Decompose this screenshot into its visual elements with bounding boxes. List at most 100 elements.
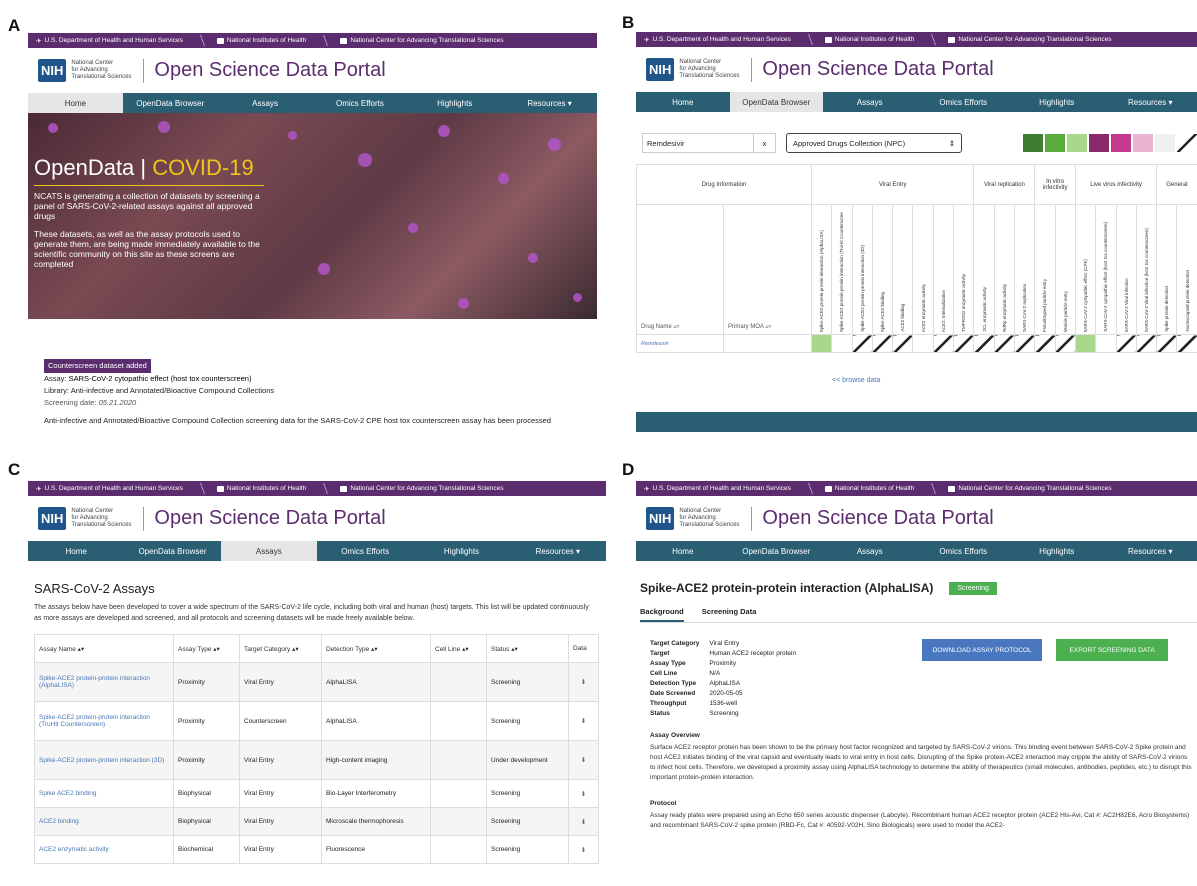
nav-opendata-browser[interactable]: OpenData Browser bbox=[123, 93, 218, 113]
nav-omics-efforts[interactable]: Omics Efforts bbox=[312, 93, 407, 113]
download-icon[interactable]: ⬇ bbox=[568, 835, 599, 864]
activity-cell[interactable] bbox=[1014, 334, 1036, 353]
assay-column-header[interactable]: Spike-ACE2 binding bbox=[871, 204, 894, 335]
nav-home[interactable]: Home bbox=[636, 92, 730, 112]
gov-link-ncats[interactable]: National Center for Advancing Translatio… bbox=[340, 37, 504, 44]
col-detection-type[interactable]: Detection Type ▴▾ bbox=[321, 634, 431, 663]
assay-column-header[interactable]: Spike-ACE2 protein-protein interaction (… bbox=[851, 204, 873, 335]
tab-background[interactable]: Background bbox=[640, 607, 684, 622]
gov-link-hhs[interactable]: ✈ U.S. Department of Health and Human Ser… bbox=[644, 485, 791, 493]
nav-home[interactable]: Home bbox=[28, 541, 124, 561]
download-icon[interactable]: ⬇ bbox=[568, 740, 599, 780]
activity-cell[interactable] bbox=[973, 334, 995, 353]
assay-name-link[interactable]: ACE2 enzymatic activity bbox=[34, 835, 174, 864]
assay-column-header[interactable]: Nucleocapsid protein detection bbox=[1176, 204, 1197, 335]
collection-select[interactable]: Approved Drugs Collection (NPC) ⇕ bbox=[786, 133, 962, 153]
activity-cell[interactable] bbox=[1095, 334, 1117, 353]
activity-cell[interactable] bbox=[953, 334, 975, 353]
gov-link-nih[interactable]: National Institutes of Health bbox=[824, 485, 914, 492]
export-screening-data-button[interactable]: EXPORT SCREENING DATA bbox=[1056, 639, 1169, 661]
legend-swatch[interactable] bbox=[1023, 134, 1043, 152]
legend-swatch[interactable] bbox=[1067, 134, 1087, 152]
assay-column-header[interactable]: 3CL enzymatic activity bbox=[973, 204, 995, 335]
nav-opendata-browser[interactable]: OpenData Browser bbox=[729, 92, 823, 112]
download-icon[interactable]: ⬇ bbox=[568, 662, 599, 702]
activity-cell[interactable] bbox=[993, 334, 1016, 353]
legend-swatch[interactable] bbox=[1133, 134, 1153, 152]
download-icon[interactable]: ⬇ bbox=[568, 701, 599, 741]
gov-link-nih[interactable]: National Institutes of Health bbox=[216, 37, 306, 44]
activity-cell[interactable] bbox=[831, 334, 853, 353]
assay-name-link[interactable]: Spike ACE2 binding bbox=[34, 779, 174, 808]
assay-column-header[interactable]: SARS-CoV-2 Viral infection bbox=[1115, 204, 1137, 335]
assay-column-header[interactable]: SARS-CoV-2 replication bbox=[1014, 204, 1036, 335]
nav-highlights[interactable]: Highlights bbox=[413, 541, 509, 561]
activity-cell[interactable] bbox=[1074, 334, 1097, 353]
activity-cell[interactable] bbox=[1176, 334, 1197, 353]
legend-swatch[interactable] bbox=[1089, 134, 1109, 152]
nav-home[interactable]: Home bbox=[636, 541, 730, 561]
legend-swatch[interactable] bbox=[1111, 134, 1131, 152]
activity-cell[interactable] bbox=[912, 334, 934, 353]
nav-resources[interactable]: Resources ▾ bbox=[1104, 92, 1197, 112]
gov-link-ncats[interactable]: National Center for Advancing Translatio… bbox=[340, 485, 504, 492]
col-drug-name[interactable]: Drug Name ▵▿ bbox=[636, 204, 724, 335]
nav-resources[interactable]: Resources ▾ bbox=[510, 541, 606, 561]
download-assay-protocol-button[interactable]: DOWNLOAD ASSAY PROTOCOL bbox=[922, 639, 1043, 661]
assay-name-link[interactable]: Spike-ACE2 protein-protein interaction (… bbox=[34, 740, 174, 780]
nav-resources[interactable]: Resources ▾ bbox=[1104, 541, 1197, 561]
clear-search-button[interactable]: x bbox=[754, 133, 776, 153]
download-icon[interactable]: ⬇ bbox=[568, 807, 599, 836]
col-assay-type[interactable]: Assay Type ▴▾ bbox=[173, 634, 240, 663]
assay-column-header[interactable]: ACE2: Internalization bbox=[932, 204, 955, 335]
assay-column-header[interactable]: SARS-CoV-2 cytopathic effect (host tox c… bbox=[1095, 204, 1117, 335]
assay-column-header[interactable]: ACE2 binding bbox=[892, 204, 914, 335]
col-assay-name[interactable]: Assay Name ▴▾ bbox=[34, 634, 174, 663]
assay-column-header[interactable]: Spike-ACE2 protein-protein interaction (… bbox=[810, 204, 833, 335]
assay-name-link[interactable]: ACE2 binding bbox=[34, 807, 174, 836]
nav-highlights[interactable]: Highlights bbox=[1010, 541, 1104, 561]
gov-link-nih[interactable]: National Institutes of Health bbox=[824, 36, 914, 43]
nav-assays[interactable]: Assays bbox=[220, 541, 317, 561]
nav-omics-efforts[interactable]: Omics Efforts bbox=[917, 92, 1011, 112]
nih-logo[interactable]: NIH bbox=[646, 507, 675, 530]
assay-column-header[interactable]: Vesicle particle entry bbox=[1054, 204, 1076, 335]
legend-swatch[interactable] bbox=[1045, 134, 1065, 152]
assay-name-link[interactable]: Spike-ACE2 protein-protein interaction (… bbox=[34, 701, 174, 741]
assay-column-header[interactable]: Spike protein detection bbox=[1156, 204, 1178, 335]
assay-column-header[interactable]: ACE2 enzymatic activity bbox=[912, 204, 934, 335]
drug-name-link[interactable]: Remdesivir bbox=[636, 334, 724, 353]
gov-link-hhs[interactable]: ✈ U.S. Department of Health and Human Ser… bbox=[644, 36, 791, 44]
download-icon[interactable]: ⬇ bbox=[568, 779, 599, 808]
assay-column-header[interactable]: SARS-CoV-2 Viral infection (host tox cou… bbox=[1135, 204, 1158, 335]
assay-name-link[interactable]: Spike-ACE2 protein-protein interaction (… bbox=[34, 662, 174, 702]
nav-opendata-browser[interactable]: OpenData Browser bbox=[124, 541, 220, 561]
nav-opendata-browser[interactable]: OpenData Browser bbox=[730, 541, 824, 561]
browse-data-link[interactable]: << browse data bbox=[832, 377, 1197, 384]
nav-assays[interactable]: Assays bbox=[823, 541, 917, 561]
gov-link-hhs[interactable]: ✈ U.S. Department of Health and Human Ser… bbox=[36, 37, 183, 45]
nav-assays[interactable]: Assays bbox=[218, 93, 313, 113]
gov-link-hhs[interactable]: ✈ U.S. Department of Health and Human Ser… bbox=[36, 485, 183, 493]
drug-search-input[interactable]: Remdesivir bbox=[642, 133, 754, 153]
nav-highlights[interactable]: Highlights bbox=[407, 93, 502, 113]
nav-resources[interactable]: Resources ▾ bbox=[502, 93, 597, 113]
nav-highlights[interactable]: Highlights bbox=[1010, 92, 1104, 112]
col-primary-moa[interactable]: Primary MOA ▵▿ bbox=[723, 204, 812, 335]
col-cell-line[interactable]: Cell Line ▴▾ bbox=[430, 634, 487, 663]
col-target-category[interactable]: Target Category ▴▾ bbox=[239, 634, 322, 663]
gov-link-nih[interactable]: National Institutes of Health bbox=[216, 485, 306, 492]
assay-column-header[interactable]: Spike-ACE2 protein-protein interaction (… bbox=[831, 204, 853, 335]
activity-cell[interactable] bbox=[1156, 334, 1178, 353]
activity-cell[interactable] bbox=[1135, 334, 1158, 353]
assay-column-header[interactable]: SARS-CoV-2 cytopathic effect (CPE) bbox=[1074, 204, 1097, 335]
activity-cell[interactable] bbox=[1054, 334, 1076, 353]
nav-omics-efforts[interactable]: Omics Efforts bbox=[917, 541, 1011, 561]
activity-cell[interactable] bbox=[932, 334, 955, 353]
nav-omics-efforts[interactable]: Omics Efforts bbox=[317, 541, 413, 561]
col-status[interactable]: Status ▴▾ bbox=[486, 634, 569, 663]
tab-screening-data[interactable]: Screening Data bbox=[702, 607, 757, 622]
nav-assays[interactable]: Assays bbox=[823, 92, 917, 112]
nih-logo[interactable]: NIH bbox=[38, 59, 67, 82]
activity-cell[interactable] bbox=[892, 334, 914, 353]
